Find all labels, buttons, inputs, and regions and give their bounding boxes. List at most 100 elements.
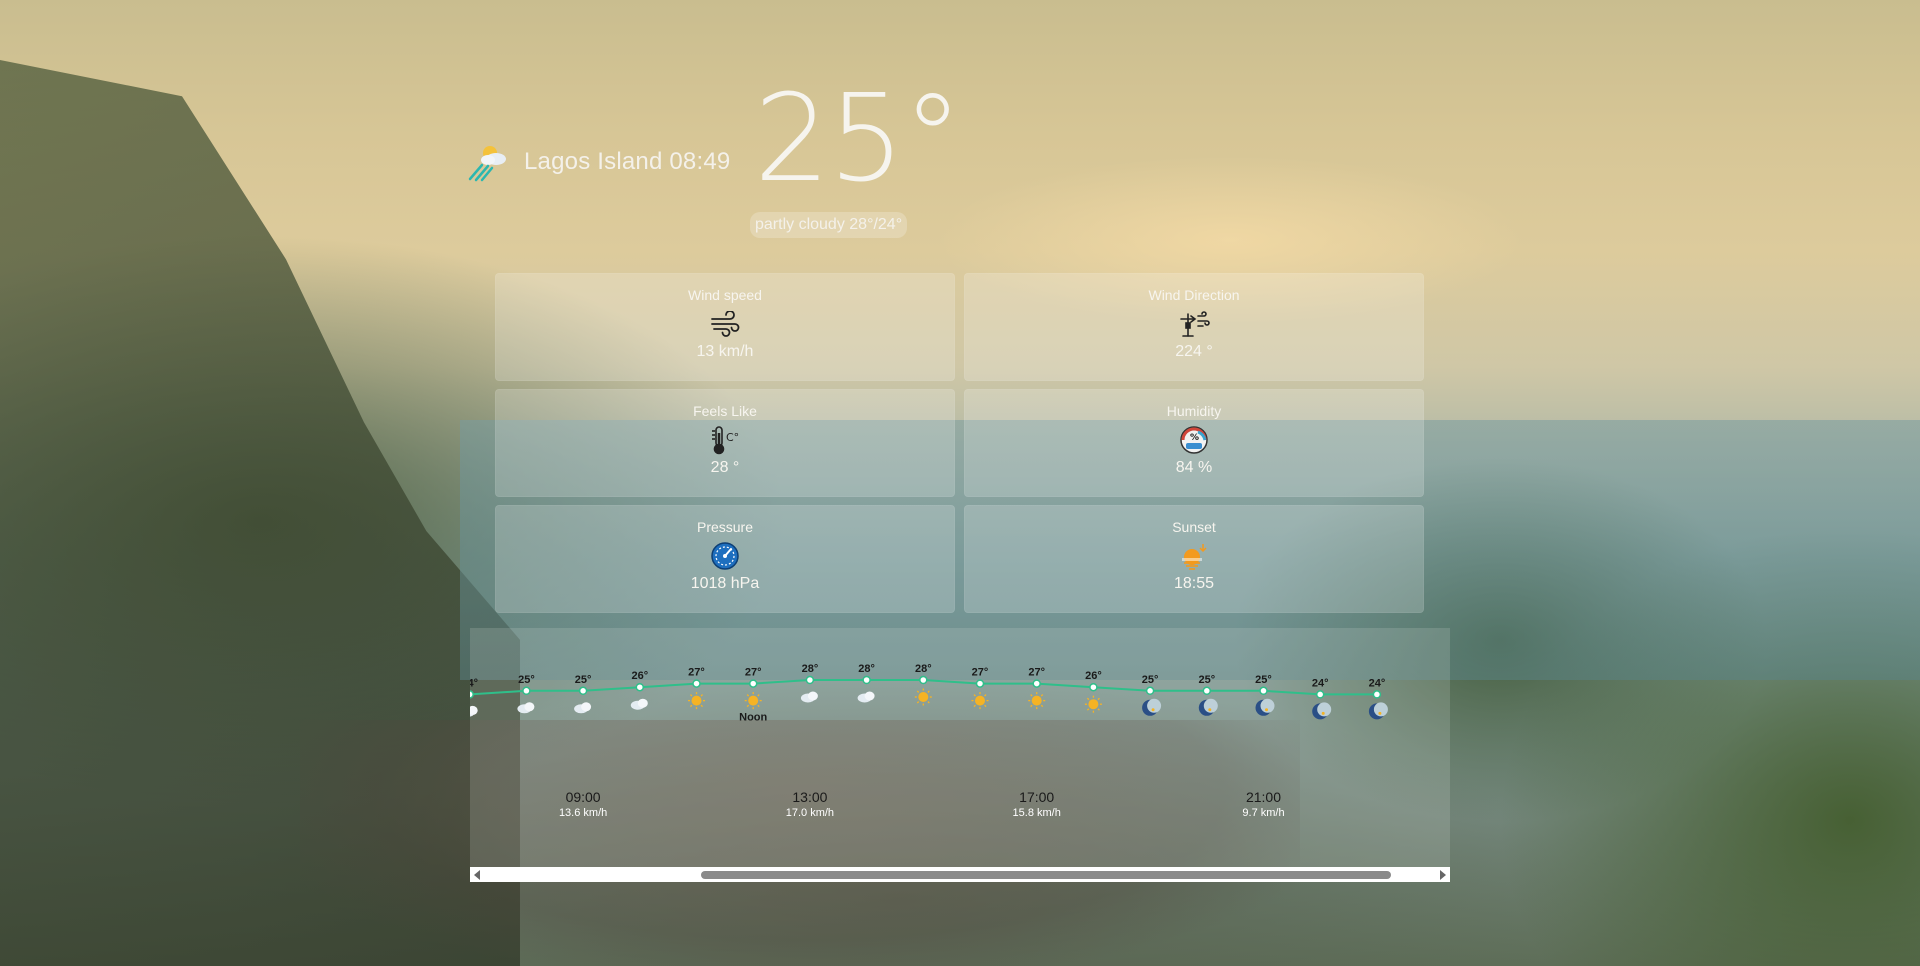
temperature-label: 25° bbox=[1142, 674, 1159, 686]
card-label: Humidity bbox=[1166, 403, 1222, 419]
scroll-right-arrow-icon[interactable] bbox=[1440, 870, 1446, 880]
moon-icon bbox=[1368, 702, 1388, 720]
card-pressure: Pressure 1018 hPa bbox=[495, 505, 955, 613]
forecast-hour: 27° Noon bbox=[739, 667, 767, 724]
svg-text:%: % bbox=[1190, 433, 1199, 443]
wind-mark-time: 13:00 bbox=[792, 789, 827, 805]
temperature-point bbox=[635, 682, 645, 692]
temperature-point bbox=[748, 679, 758, 688]
forecast-scrollbar[interactable] bbox=[470, 867, 1450, 882]
card-humidity: Humidity % 84 % bbox=[964, 389, 1424, 497]
noon-label: Noon bbox=[739, 712, 767, 724]
temperature-point bbox=[1032, 679, 1041, 688]
temperature-point bbox=[1315, 690, 1325, 699]
moon-icon bbox=[1142, 698, 1162, 716]
temperature-label: 28° bbox=[802, 663, 819, 675]
wind-mark-speed: 13.6 km/h bbox=[559, 807, 607, 819]
forecast-hour: 24° bbox=[1368, 677, 1388, 720]
temperature-label: 26° bbox=[631, 670, 648, 682]
card-value: 28 ° bbox=[710, 459, 740, 476]
temperature-point bbox=[1202, 686, 1212, 696]
card-sunset: Sunset 18:55 bbox=[964, 505, 1424, 613]
card-label: Feels Like bbox=[693, 403, 757, 419]
wind-mark: 09:00 13.6 km/h bbox=[559, 789, 607, 819]
forecast-hour: 24° bbox=[470, 677, 478, 717]
temperature-label: 27° bbox=[972, 667, 989, 679]
moon-icon bbox=[1255, 698, 1275, 716]
humidity-gauge-icon: % bbox=[1178, 425, 1210, 455]
wind-mark: 13:00 17.0 km/h bbox=[786, 789, 834, 819]
wind-mark-speed: 9.7 km/h bbox=[1242, 807, 1284, 819]
card-value: 224 ° bbox=[1175, 343, 1213, 360]
sun-icon bbox=[1028, 692, 1046, 710]
temperature-point bbox=[578, 686, 588, 696]
card-value: 1018 hPa bbox=[690, 575, 760, 592]
card-label: Sunset bbox=[1172, 519, 1216, 535]
sun-icon bbox=[1084, 695, 1102, 713]
forecast-hour: 25° bbox=[1198, 674, 1218, 716]
card-value: 84 % bbox=[1175, 459, 1213, 476]
temperature-point bbox=[862, 675, 871, 685]
weather-details-grid: Wind speed 13 km/h Wind Direction 224 ° bbox=[495, 273, 1425, 613]
temperature-label: 28° bbox=[858, 663, 875, 675]
svg-text:C°: C° bbox=[726, 431, 739, 444]
temperature-point bbox=[975, 679, 985, 688]
forecast-hour: 28° bbox=[800, 663, 819, 703]
scroll-left-arrow-icon[interactable] bbox=[474, 870, 480, 880]
card-value: 18:55 bbox=[1173, 575, 1215, 592]
card-label: Pressure bbox=[696, 519, 754, 535]
temperature-label: 26° bbox=[1085, 670, 1102, 682]
hourly-forecast-panel[interactable]: 24°24°25°25°26°27°27°Noon28°28°28°27°27°… bbox=[470, 628, 1450, 882]
temperature-label: 24° bbox=[1312, 677, 1329, 689]
wind-mark-time: 21:00 bbox=[1246, 789, 1281, 805]
temperature-label: 24° bbox=[470, 677, 478, 689]
cloud-icon bbox=[857, 691, 875, 703]
wind-mark: 21:00 9.7 km/h bbox=[1242, 789, 1284, 819]
temperature-point bbox=[1372, 690, 1382, 699]
sun-icon bbox=[744, 692, 762, 710]
moon-icon bbox=[1312, 702, 1332, 720]
temperature-point bbox=[470, 690, 474, 699]
forecast-hour: 25° bbox=[517, 674, 535, 714]
cloud-icon bbox=[517, 702, 535, 714]
hourly-forecast-chart: 24°24°25°25°26°27°27°Noon28°28°28°27°27°… bbox=[470, 663, 1388, 819]
condition-summary: partly cloudy 28°/24° bbox=[750, 212, 908, 238]
temperature-point bbox=[1259, 686, 1268, 696]
cloud-icon bbox=[630, 698, 648, 710]
wind-mark-time: 17:00 bbox=[1019, 789, 1054, 805]
forecast-hour: 24° bbox=[1312, 677, 1332, 720]
current-temperature: 25° bbox=[754, 70, 963, 209]
temperature-label: 25° bbox=[1255, 674, 1272, 686]
temperature-label: 25° bbox=[575, 674, 592, 686]
forecast-hour: 28° bbox=[857, 663, 875, 703]
forecast-hour: 27° bbox=[1028, 667, 1046, 710]
temperature-point bbox=[692, 679, 701, 688]
forecast-hour: 25° bbox=[1142, 674, 1162, 716]
wind-icon bbox=[709, 309, 741, 339]
moon-icon bbox=[1198, 698, 1218, 716]
temperature-point bbox=[805, 675, 815, 685]
cloud-icon bbox=[574, 702, 592, 714]
temperature-label: 24° bbox=[1369, 677, 1386, 689]
sun-icon bbox=[688, 692, 705, 710]
temperature-label: 28° bbox=[915, 663, 932, 675]
thermometer-icon: C° bbox=[709, 425, 741, 455]
temperature-point bbox=[522, 686, 531, 696]
card-value: 13 km/h bbox=[696, 343, 754, 360]
card-wind-direction: Wind Direction 224 ° bbox=[964, 273, 1424, 381]
sun-icon bbox=[914, 688, 932, 706]
temperature-label: 25° bbox=[1198, 674, 1215, 686]
wind-mark: 17:00 15.8 km/h bbox=[1013, 789, 1061, 819]
temperature-label: 25° bbox=[518, 674, 535, 686]
sun-icon bbox=[971, 692, 989, 710]
scrollbar-thumb[interactable] bbox=[701, 871, 1391, 879]
wind-vane-icon bbox=[1178, 309, 1210, 339]
pressure-gauge-icon bbox=[709, 541, 741, 571]
temperature-label: 27° bbox=[1028, 667, 1045, 679]
temperature-label: 27° bbox=[745, 667, 762, 679]
forecast-hour: 25° bbox=[1255, 674, 1275, 716]
card-feels-like: Feels Like C° 28 ° bbox=[495, 389, 955, 497]
forecast-hour: 27° bbox=[688, 667, 705, 710]
partly-cloudy-windy-icon bbox=[468, 146, 506, 182]
card-wind-speed: Wind speed 13 km/h bbox=[495, 273, 955, 381]
